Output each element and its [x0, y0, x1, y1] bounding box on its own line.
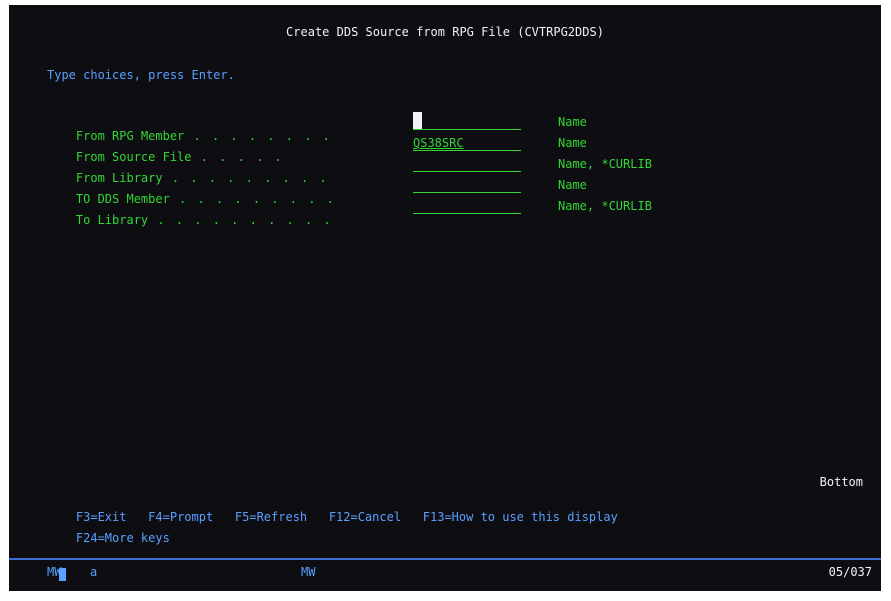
- prompt-label-text: To Library: [75, 213, 149, 227]
- fkey-f12-cancel[interactable]: F12=Cancel: [329, 510, 401, 524]
- status-indicator: a: [90, 565, 98, 579]
- screen-title: Create DDS Source from RPG File (CVTRPG2…: [286, 25, 604, 39]
- to-dds-member-input[interactable]: [413, 178, 521, 193]
- to-library-input[interactable]: [413, 199, 521, 214]
- fkey-f24-more-keys[interactable]: F24=More keys: [76, 531, 170, 545]
- hint-to-library: Name, *CURLIB: [558, 199, 652, 213]
- prompt-label-to-library: To Library . . . . . . . . . .: [47, 199, 342, 241]
- text-cursor: [413, 112, 422, 129]
- from-rpg-member-input[interactable]: [413, 115, 521, 130]
- fkey-f5-refresh[interactable]: F5=Refresh: [235, 510, 307, 524]
- hint-from-library: Name, *CURLIB: [558, 157, 652, 171]
- terminal-screen: Create DDS Source from RPG File (CVTRPG2…: [9, 5, 881, 591]
- function-keys-line-2: F24=More keys: [47, 517, 170, 559]
- more-indicator: Bottom: [819, 475, 863, 489]
- status-divider: [9, 558, 881, 560]
- hint-from-source-file: Name: [558, 136, 587, 150]
- hint-from-rpg-member: Name: [558, 115, 587, 129]
- from-source-file-input[interactable]: QS38SRC: [413, 136, 521, 151]
- status-mode: MW: [301, 565, 316, 579]
- status-cursor-position: 05/037: [828, 565, 872, 579]
- hint-to-dds-member: Name: [558, 178, 587, 192]
- fkey-f13-help[interactable]: F13=How to use this display: [423, 510, 618, 524]
- from-library-input[interactable]: [413, 157, 521, 172]
- status-cursor-block: [59, 568, 66, 581]
- leader-dots: . . . . . . . . . .: [148, 213, 342, 227]
- instruction-text: Type choices, press Enter.: [47, 68, 235, 82]
